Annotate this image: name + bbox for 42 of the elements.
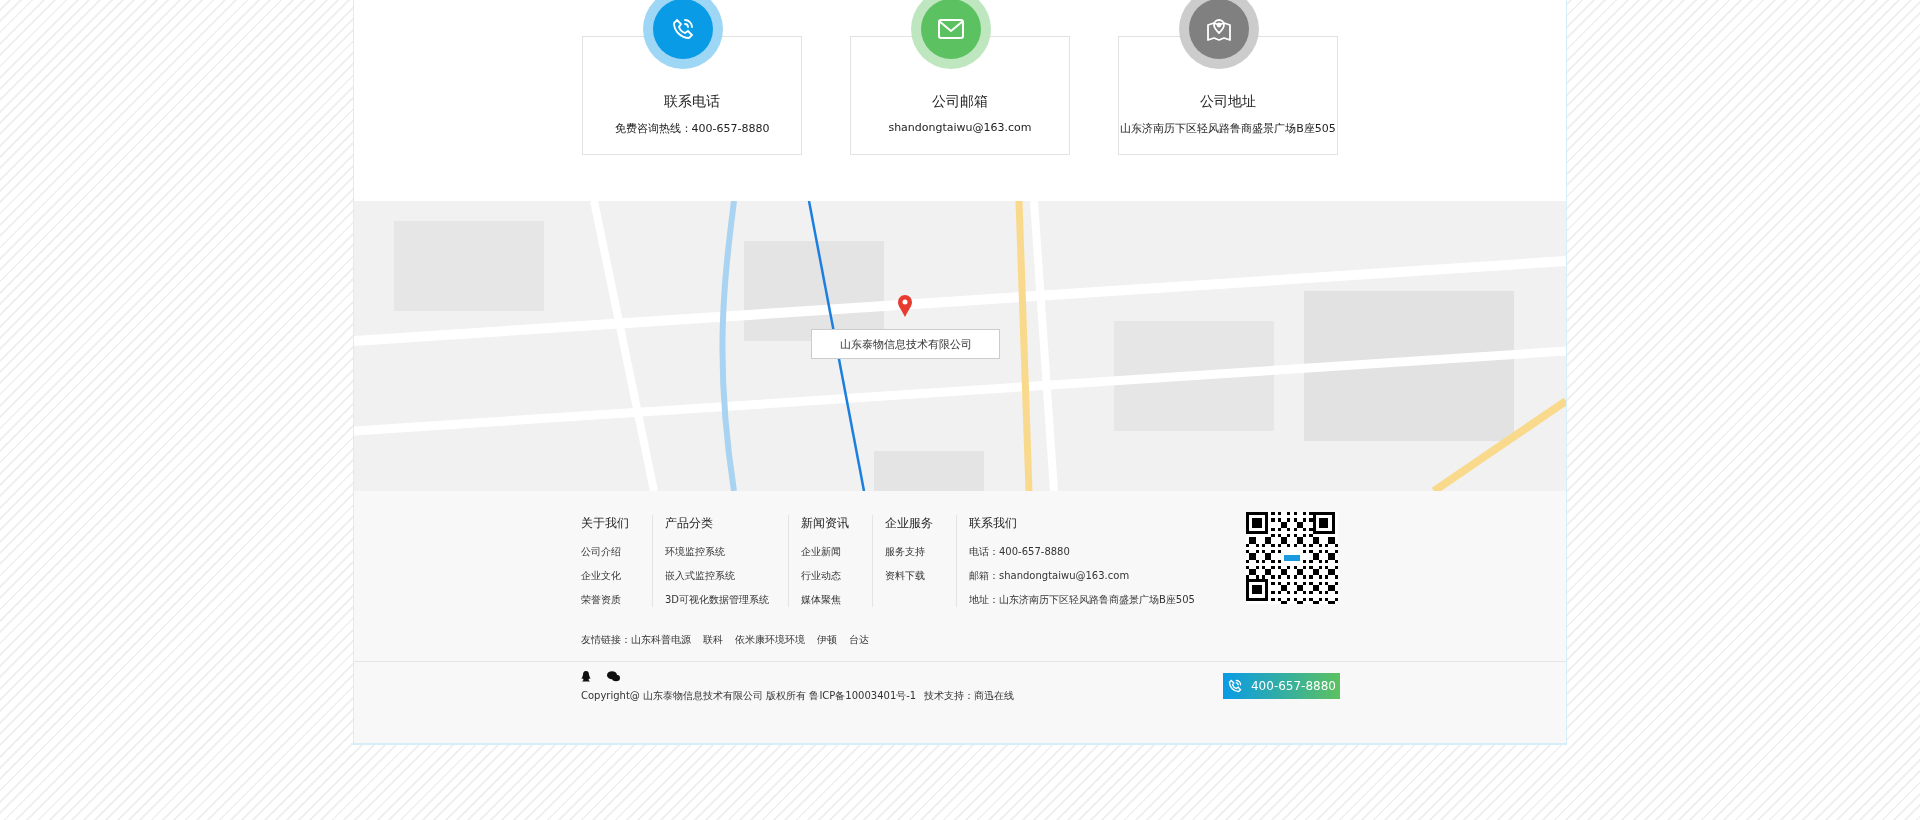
- card-title: 公司地址: [1200, 93, 1256, 111]
- copyright-text: Copyright@ 山东泰物信息技术有限公司 版权所有 鲁ICP备10003401号-1: [581, 689, 917, 703]
- footer-link[interactable]: 环境监控系统: [665, 545, 780, 559]
- column-heading: 新闻资讯: [801, 515, 850, 532]
- friend-link[interactable]: 伊顿: [817, 633, 837, 647]
- footer-link[interactable]: 资料下载: [885, 569, 948, 583]
- card-text: 免费咨询热线：400-657-8880: [614, 121, 770, 136]
- footer-link[interactable]: 媒体聚焦: [801, 593, 864, 607]
- qr-code-icon: [1246, 512, 1338, 604]
- column-heading: 关于我们: [581, 515, 630, 532]
- envelope-icon: [938, 19, 964, 39]
- footer-link[interactable]: 企业文化: [581, 569, 644, 583]
- friend-link[interactable]: 山东科普电源: [631, 633, 691, 647]
- card-title: 公司邮箱: [932, 93, 988, 111]
- chat-bubbles-icon[interactable]: [607, 671, 620, 682]
- friend-link[interactable]: 联科: [703, 633, 723, 647]
- penguin-icon[interactable]: [581, 671, 591, 682]
- card-title: 联系电话: [664, 93, 720, 111]
- footer-link[interactable]: 服务支持: [885, 545, 948, 559]
- card-text: shandongtaiwu@163.com: [888, 121, 1032, 134]
- map-marker-label: 山东泰物信息技术有限公司: [811, 329, 1000, 359]
- contact-line: 邮箱：shandongtaiwu@163.com: [969, 569, 1131, 583]
- friend-link[interactable]: 台达: [849, 633, 869, 647]
- friend-link[interactable]: 依米康环境环境: [735, 633, 805, 647]
- tech-support-text: 技术支持：商迅在线: [924, 689, 1015, 703]
- card-text: 山东济南历下区轻风路鲁商盛景广场B座505: [1120, 121, 1336, 136]
- map-pin-icon: [1206, 16, 1232, 42]
- column-heading: 产品分类: [665, 515, 714, 532]
- phone-icon: [1227, 678, 1243, 694]
- column-heading: 企业服务: [885, 515, 934, 532]
- footer-link[interactable]: 3D可视化数据管理系统: [665, 593, 780, 607]
- friend-links-label: 友情链接：: [581, 633, 631, 647]
- footer-link[interactable]: 公司介绍: [581, 545, 644, 559]
- phone-icon: [670, 16, 696, 42]
- contact-line: 电话：400-657-8880: [969, 545, 1071, 559]
- footer-link[interactable]: 嵌入式监控系统: [665, 569, 780, 583]
- map-marker-icon: [898, 295, 912, 317]
- contact-line: 地址：山东济南历下区轻风路鲁商盛景广场B座505: [969, 593, 1196, 607]
- footer-link[interactable]: 企业新闻: [801, 545, 864, 559]
- footer-link[interactable]: 行业动态: [801, 569, 864, 583]
- footer-link[interactable]: 荣誉资质: [581, 593, 644, 607]
- column-heading: 联系我们: [969, 515, 1018, 532]
